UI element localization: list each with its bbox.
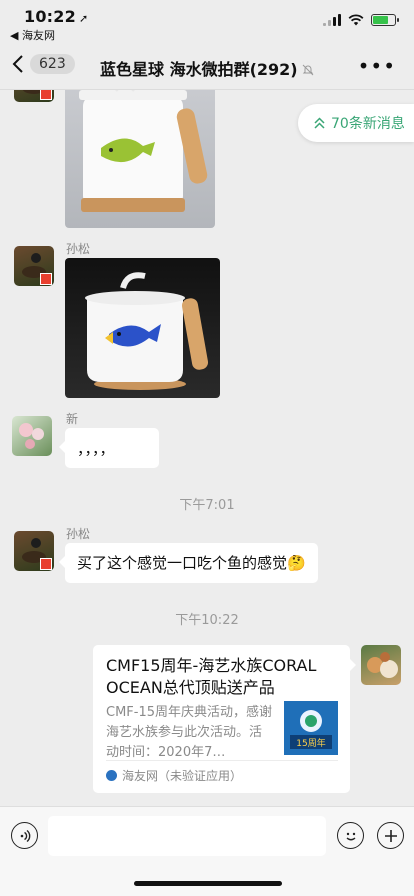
mug-photo — [79, 90, 208, 212]
status-indicators — [323, 14, 399, 26]
wifi-icon — [348, 14, 364, 26]
mug-photo — [85, 272, 209, 390]
location-arrow-icon: ➚ — [78, 12, 89, 25]
link-card-message[interactable]: CMF15周年-海艺水族CORAL OCEAN总代顶贴送产品 CMF-15周年庆… — [93, 645, 356, 793]
flag-badge — [40, 90, 52, 100]
battery-icon — [371, 14, 399, 26]
message-timestamp: 下午10:22 — [175, 613, 239, 628]
chat-title: 蓝色星球 海水微拍群(292) — [100, 56, 314, 80]
sender-name: 孙松 — [66, 242, 91, 256]
back-button[interactable]: 623 — [12, 54, 75, 74]
status-time: 10:22 ➚ — [24, 7, 89, 26]
voice-input-button[interactable] — [11, 822, 38, 849]
flower-image — [19, 423, 44, 449]
link-card-description: CMF-15周年庆典活动，感谢海艺水族参与此次活动。活动时间：2020年7… — [106, 705, 273, 760]
message-list[interactable]: 孙松 新 ，，，， 下午7:01 孙松 买了这个感觉一口吃个鱼的感觉🤔 下午10… — [0, 90, 414, 806]
flag-badge — [40, 273, 52, 285]
text-message-bubble[interactable]: 买了这个感觉一口吃个鱼的感觉🤔 — [59, 543, 318, 583]
text-message-bubble[interactable]: ，，，， — [59, 428, 159, 468]
message-input[interactable] — [48, 816, 326, 856]
sender-name: 孙松 — [66, 527, 91, 541]
more-options-button[interactable]: ••• — [358, 54, 396, 78]
smile-icon — [346, 832, 355, 840]
voice-icon — [20, 829, 30, 842]
pet-photo — [367, 652, 398, 678]
chevron-left-icon — [12, 55, 23, 73]
avatar[interactable] — [12, 416, 52, 456]
chat-header: 623 蓝色星球 海水微拍群(292) ••• — [0, 44, 414, 90]
emoji-button[interactable] — [337, 822, 364, 849]
back-to-app-link[interactable]: ◀ 海友网 — [10, 27, 55, 43]
cellular-signal-icon — [323, 14, 341, 26]
double-chevron-up-icon — [314, 117, 325, 129]
link-card-title: CMF15周年-海艺水族CORAL OCEAN总代顶贴送产品 — [106, 656, 317, 697]
unread-count-badge: 623 — [30, 54, 75, 74]
app-source-icon — [106, 770, 117, 781]
new-messages-button[interactable]: 70条新消息 — [298, 104, 414, 142]
avatar[interactable] — [361, 645, 401, 685]
sender-name: 新 — [66, 412, 79, 426]
thumb-text: 15周年 — [296, 737, 325, 749]
flag-badge — [40, 558, 52, 570]
message-timestamp: 下午7:01 — [179, 498, 235, 513]
plus-icon — [384, 829, 397, 842]
link-card-source-label: 海友网（未验证应用） — [122, 769, 243, 783]
link-card-source: 海友网（未验证应用） — [106, 760, 338, 784]
mute-bell-icon — [302, 64, 313, 76]
new-messages-label: 70条新消息 — [331, 116, 405, 132]
more-functions-button[interactable] — [377, 822, 404, 849]
image-message[interactable] — [65, 90, 215, 228]
link-card-thumbnail: 15周年 — [284, 701, 338, 755]
home-indicator — [134, 881, 282, 886]
image-message[interactable] — [65, 258, 220, 398]
status-bar: 10:22 ➚ ◀ 海友网 — [0, 0, 414, 44]
